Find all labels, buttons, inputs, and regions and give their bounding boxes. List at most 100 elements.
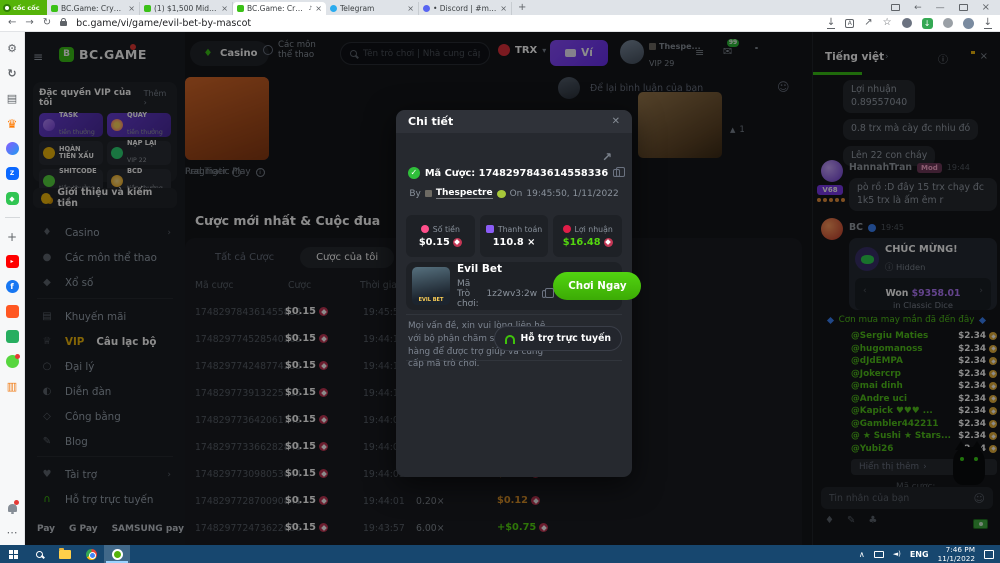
stat-box: Thanh toán 110.8 ×	[480, 215, 549, 257]
support-button[interactable]: Hỗ trợ trực tuyến	[494, 326, 623, 351]
tab-strip: BC.Game: Crypto Casino Gan ♪ × (1) $1,50…	[47, 0, 512, 15]
download-active-icon[interactable]: ↓	[922, 18, 933, 29]
stat-icon	[563, 225, 571, 233]
sidebar-app-icon[interactable]	[6, 142, 19, 155]
browser-tab[interactable]: • Discord | #mod-announc ♪ ×	[419, 2, 512, 15]
windows-taskbar: ∧ ◄) ENG 7:46 PM11/1/2022	[0, 545, 1000, 563]
stat-label: Thanh toán	[498, 225, 542, 234]
play-now-button[interactable]: Chơi Ngay	[553, 272, 641, 300]
close-window-button[interactable]: ×	[982, 2, 990, 13]
sidebar-app-icon[interactable]	[6, 167, 19, 180]
tab-close-icon[interactable]: ×	[221, 5, 228, 13]
browser-tab[interactable]: BC.Game: Crypto Casino ♪ ×	[233, 2, 326, 15]
trx-coin-icon	[604, 238, 613, 247]
stat-value: 110.8 ×	[493, 237, 536, 248]
coccoc-sidebar	[0, 32, 25, 545]
chrome-icon[interactable]	[78, 545, 104, 563]
restore-tab-icon[interactable]: ←	[914, 3, 922, 13]
tab-search-icon[interactable]	[891, 4, 900, 11]
share-icon[interactable]: ↗	[864, 18, 872, 28]
notifications-bell-icon[interactable]	[6, 501, 19, 514]
sidebar-app-icon[interactable]	[6, 380, 19, 393]
minimize-button[interactable]: —	[936, 3, 945, 13]
share-icon[interactable]: ↗	[602, 150, 612, 164]
sidebar-app-icon[interactable]	[6, 305, 19, 318]
translate-icon[interactable]: A	[845, 19, 854, 28]
bet-id-row: ✓ Mã Cược: 1748297843614558336	[396, 167, 632, 179]
sidebar-app-icon[interactable]	[6, 330, 19, 343]
save-page-icon[interactable]: ↓	[827, 18, 835, 29]
speaker-icon[interactable]: ◄)	[893, 550, 901, 558]
sidebar-app-icon[interactable]	[6, 255, 19, 268]
sidebar-app-icon[interactable]	[6, 92, 19, 105]
taskbar-search-icon[interactable]	[26, 545, 52, 563]
coccoc-brand-label: cốc cốc	[13, 4, 40, 12]
tab-favicon	[423, 5, 430, 12]
start-button[interactable]	[0, 545, 26, 563]
clock-date: 11/1/2022	[938, 554, 975, 563]
tab-audio-icon[interactable]: ♪	[308, 5, 312, 12]
coccoc-taskbar-icon[interactable]	[104, 545, 130, 563]
address-bar-actions: ↓ A ↗ ☆ ↓ ↓	[827, 18, 992, 29]
bet-stats: Số tiền $0.15 Thanh toán 110.8 × Lợi nhu…	[406, 215, 622, 257]
back-icon[interactable]: ←	[8, 18, 16, 28]
language-indicator[interactable]: ENG	[910, 550, 929, 559]
downloads-tray-icon[interactable]: ↓	[984, 18, 992, 29]
sidebar-app-icon[interactable]	[6, 42, 19, 55]
address-bar: ← → ↻ bc.game/vi/game/evil-bet-by-mascot…	[0, 15, 1000, 32]
file-explorer-icon[interactable]	[52, 545, 78, 563]
forward-icon[interactable]: →	[25, 18, 33, 28]
sidebar-app-icon[interactable]	[6, 117, 19, 130]
close-icon[interactable]: ✕	[612, 116, 620, 127]
browser-tab[interactable]: BC.Game: Crypto Casino Gan ♪ ×	[47, 2, 140, 15]
user-emoji-icon	[425, 190, 432, 197]
action-center-icon[interactable]	[984, 550, 994, 559]
browser-tab[interactable]: (1) $1,500 Midweek Mascot ♪ ×	[140, 2, 233, 15]
hidden-icons-chevron[interactable]: ∧	[859, 550, 865, 559]
stat-value: $16.48	[563, 237, 601, 248]
tab-close-icon[interactable]: ×	[128, 5, 135, 13]
stat-box: Lợi nhuận $16.48	[553, 215, 622, 257]
stat-icon	[421, 225, 429, 233]
game-box: EVIL BET Evil Bet Mã Trò chơi: 1z2wv3:2w…	[406, 262, 622, 310]
coccoc-brand: cốc cốc	[0, 0, 47, 15]
browser-tab[interactable]: Telegram ♪ ×	[326, 2, 419, 15]
network-icon[interactable]	[874, 551, 884, 558]
copy-icon[interactable]	[542, 290, 546, 298]
new-tab-button[interactable]: +	[518, 2, 526, 13]
browser-tabbar: cốc cốc BC.Game: Crypto Casino Gan ♪ × (…	[0, 0, 1000, 15]
sidebar-app-icon[interactable]	[6, 67, 19, 80]
adblock-icon[interactable]	[902, 18, 912, 28]
sidebar-app-icon[interactable]	[6, 230, 19, 243]
sidebar-app-icon[interactable]	[6, 192, 19, 205]
url-text[interactable]: bc.game/vi/game/evil-bet-by-mascot	[76, 18, 251, 29]
reload-icon[interactable]: ↻	[43, 18, 51, 28]
copy-icon[interactable]	[613, 169, 620, 177]
tab-title: BC.Game: Crypto Casino	[247, 4, 305, 13]
lock-icon[interactable]	[60, 21, 67, 26]
bet-id-value: 1748297843614558336	[479, 168, 609, 179]
player-name-link[interactable]: Thespectre	[436, 188, 493, 199]
profile-avatar-icon[interactable]	[963, 18, 974, 29]
game-code: 1z2wv3:2w	[486, 289, 537, 299]
extension-icon[interactable]	[943, 18, 953, 28]
sidebar-app-icon[interactable]	[6, 355, 19, 368]
stat-value: $0.15	[419, 237, 450, 248]
screen: cốc cốc BC.Game: Crypto Casino Gan ♪ × (…	[0, 0, 1000, 563]
clock[interactable]: 7:46 PM11/1/2022	[938, 545, 975, 563]
tab-close-icon[interactable]: ×	[500, 5, 507, 13]
divider	[406, 314, 622, 315]
tab-close-icon[interactable]: ×	[315, 5, 322, 13]
headset-icon	[505, 335, 515, 342]
game-thumbnail[interactable]: EVIL BET	[412, 267, 450, 305]
bookmark-star-icon[interactable]: ☆	[883, 18, 892, 28]
trx-coin-icon	[453, 238, 462, 247]
sidebar-more-icon[interactable]	[6, 526, 19, 539]
maximize-button[interactable]	[959, 4, 968, 11]
sidebar-app-icon[interactable]	[5, 217, 20, 218]
system-tray: ∧ ◄) ENG 7:46 PM11/1/2022	[859, 545, 1000, 563]
stat-label: Lợi nhuận	[575, 225, 613, 234]
sidebar-app-icon[interactable]	[6, 280, 19, 293]
tab-close-icon[interactable]: ×	[407, 5, 414, 13]
tab-title: Telegram	[340, 4, 404, 13]
